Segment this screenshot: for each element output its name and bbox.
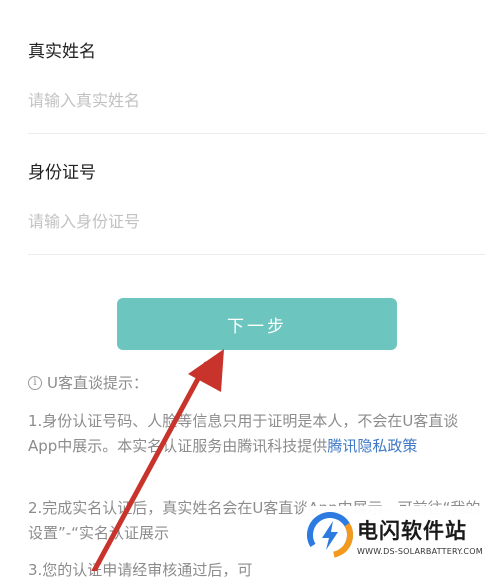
real-name-input[interactable] [28,85,468,115]
divider [28,254,485,255]
name-label: 真实姓名 [28,42,96,62]
watermark: 电闪软件站 WWW.DS-SOLARBATTERY.COM [303,506,491,564]
watermark-logo-icon [307,512,353,558]
watermark-subtitle: WWW.DS-SOLARBATTERY.COM [357,546,483,556]
watermark-title: 电闪软件站 [357,518,467,543]
tips-title-text: U客直谈提示： [47,374,148,392]
id-label: 身份证号 [28,163,96,183]
tips-title: i U客直谈提示： [28,372,148,393]
tip-1: 1.身份认证号码、人脸等信息只用于证明是本人，不会在U客直谈App中展示。本实名… [28,409,483,459]
tencent-privacy-policy-link[interactable]: 腾讯隐私政策 [327,437,417,455]
next-step-button[interactable]: 下一步 [117,298,397,350]
info-circle-icon: i [28,375,42,390]
arrow-head [188,349,224,392]
divider [28,133,485,134]
id-number-input[interactable] [28,206,468,236]
